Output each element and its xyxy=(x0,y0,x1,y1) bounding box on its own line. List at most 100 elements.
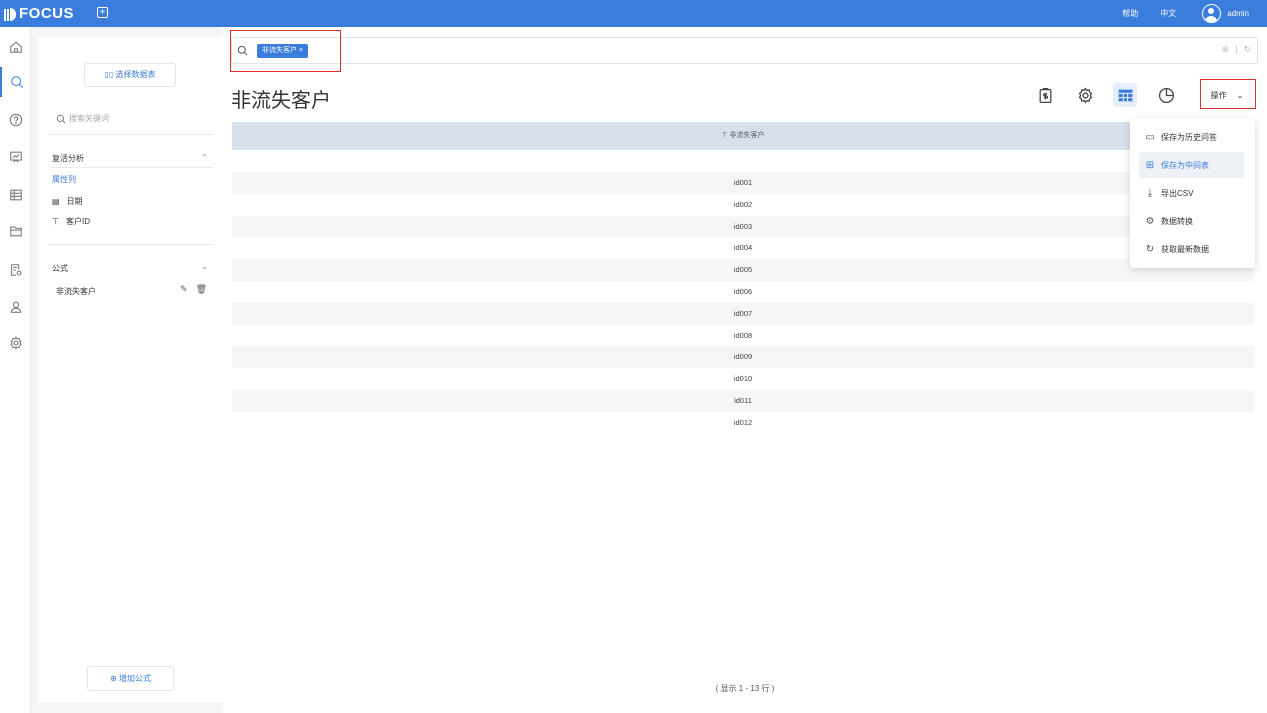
question-value-button[interactable] xyxy=(1033,83,1057,107)
menu-refresh-data[interactable]: ↻ 获取最新数据 xyxy=(1139,236,1244,262)
section-title-table[interactable]: 复活分析 xyxy=(52,153,84,164)
new-tab-plus-icon[interactable]: + xyxy=(97,7,108,18)
menu-save-history[interactable]: ▭ 保存为历史问答 xyxy=(1139,124,1244,150)
divider xyxy=(48,134,213,135)
field-label: 日期 xyxy=(66,197,83,206)
menu-label: 保存为历史问答 xyxy=(1161,132,1217,142)
field-date[interactable]: ▤ 日期 xyxy=(52,196,83,207)
user-name[interactable]: admin xyxy=(1227,9,1249,18)
text-type-icon: ⊤ xyxy=(52,217,59,226)
column-header: 非流失客户 xyxy=(729,132,765,139)
result-table: ⊤ 非流失客户 id001 id002 id003 id004 id005 id006 id… xyxy=(232,122,1254,434)
select-table-button[interactable]: ▯▯ 选择数据表 xyxy=(84,63,176,87)
table-row[interactable]: id001 xyxy=(232,172,1254,194)
clipboard-dollar-icon xyxy=(1039,87,1051,103)
grid-icon: ⊞ xyxy=(1145,159,1155,171)
nav-board[interactable] xyxy=(0,142,31,172)
pie-chart-icon xyxy=(1158,87,1174,103)
user-avatar-icon[interactable] xyxy=(1202,4,1222,23)
settings-button[interactable] xyxy=(1073,83,1097,107)
question-icon xyxy=(9,113,22,127)
gear-icon xyxy=(1078,87,1092,103)
chevron-up-icon[interactable]: ⌃ xyxy=(201,153,208,162)
table-row[interactable]: id008 xyxy=(232,325,1254,347)
nav-home[interactable] xyxy=(0,32,31,62)
search-placeholder: 搜索关键词 xyxy=(69,114,109,123)
nav-folder[interactable] xyxy=(0,216,31,246)
file-gear-icon xyxy=(10,264,22,276)
clear-icon[interactable]: ⊗ xyxy=(1222,44,1230,55)
formula-actions: ✎ 🗑 xyxy=(180,284,207,295)
logo[interactable]: FOCUS xyxy=(4,5,74,22)
table-spacer xyxy=(232,150,1254,172)
table-row[interactable]: id007 xyxy=(232,302,1254,325)
table-row[interactable]: id012 xyxy=(232,412,1254,434)
logo-text: FOCUS xyxy=(19,5,74,22)
page-title: 非流失客户 xyxy=(231,90,331,112)
field-customer-id[interactable]: ⊤ 客户ID xyxy=(52,216,90,227)
menu-label: 保存为中间表 xyxy=(1161,160,1209,170)
table-row[interactable]: id010 xyxy=(232,368,1254,390)
nav-user[interactable] xyxy=(0,292,31,322)
home-icon xyxy=(9,41,22,53)
top-bar: FOCUS + 帮助 中文 admin xyxy=(0,0,1267,27)
board-icon xyxy=(9,151,22,163)
calendar-icon: ▤ xyxy=(52,197,60,206)
divider xyxy=(48,244,213,245)
search-bar[interactable]: 非流失客户 × ⊗ | ↻ xyxy=(231,37,1258,64)
help-link[interactable]: 帮助 xyxy=(1122,8,1138,19)
table-row[interactable]: id009 xyxy=(232,346,1254,369)
keyword-search-input[interactable]: 搜索关键词 xyxy=(56,113,109,124)
table-icon xyxy=(1118,89,1132,101)
table-view-button[interactable] xyxy=(1113,83,1137,107)
main-area: 非流失客户 × ⊗ | ↻ 非流失客户 操作 ⌄ ⊤ 非流失客户 id001 id00… xyxy=(223,27,1267,713)
divider xyxy=(52,167,213,168)
save-icon: ▭ xyxy=(1145,131,1155,143)
refresh-icon[interactable]: ↻ xyxy=(1243,44,1251,55)
chevron-down-icon[interactable]: ⌄ xyxy=(201,262,208,271)
data-source-panel: ▯▯ 选择数据表 搜索关键词 复活分析 ⌃ 属性列 ▤ 日期 ⊤ 客户ID 公式… xyxy=(38,37,223,703)
menu-export-csv[interactable]: ⤓ 导出CSV xyxy=(1139,180,1244,206)
operations-menu: ▭ 保存为历史问答 ⊞ 保存为中间表 ⤓ 导出CSV ⚙ 数据转换 ↻ 获取最新数据 xyxy=(1130,118,1255,268)
user-icon xyxy=(10,301,21,313)
edit-icon[interactable]: ✎ xyxy=(180,284,188,295)
refresh-icon: ↻ xyxy=(1145,243,1155,255)
gear-icon xyxy=(9,336,22,350)
formula-item[interactable]: 非流失客户 xyxy=(56,286,96,297)
nav-help[interactable] xyxy=(0,105,31,135)
nav-tables[interactable] xyxy=(0,180,31,210)
table-row[interactable]: id002 xyxy=(232,194,1254,216)
table-body: id001 id002 id003 id004 id005 id006 id007 id008… xyxy=(232,172,1254,434)
focus-logo-icon xyxy=(4,7,16,21)
table-row[interactable]: id011 xyxy=(232,389,1254,412)
add-formula-button[interactable]: ⊕ 增加公式 xyxy=(87,666,174,691)
folder-icon xyxy=(9,226,22,237)
gear-icon: ⚙ xyxy=(1145,215,1155,227)
download-icon: ⤓ xyxy=(1147,187,1153,199)
table-row[interactable]: id006 xyxy=(232,281,1254,303)
select-table-label: 选择数据表 xyxy=(115,70,156,79)
menu-label: 数据转换 xyxy=(1161,216,1193,226)
add-formula-label: 增加公式 xyxy=(118,674,151,683)
menu-data-transform[interactable]: ⚙ 数据转换 xyxy=(1139,208,1244,234)
field-label: 客户ID xyxy=(65,217,90,226)
search-bar-actions: ⊗ | ↻ xyxy=(1222,44,1251,55)
highlight-box-search xyxy=(230,30,341,72)
language-switch[interactable]: 中文 xyxy=(1160,8,1176,19)
table-row[interactable]: id003 xyxy=(232,215,1254,238)
table-row[interactable]: id005 xyxy=(232,259,1254,281)
trash-icon[interactable]: 🗑 xyxy=(196,284,207,295)
nav-data-settings[interactable] xyxy=(0,255,31,285)
search-icon xyxy=(10,76,23,89)
nav-search[interactable] xyxy=(0,67,31,97)
chart-view-button[interactable] xyxy=(1154,83,1178,107)
section-title-formula[interactable]: 公式 xyxy=(52,263,68,274)
menu-save-intermediate-table[interactable]: ⊞ 保存为中间表 xyxy=(1139,152,1244,178)
search-icon xyxy=(56,114,66,123)
table-header[interactable]: ⊤ 非流失客户 xyxy=(232,122,1254,150)
row-count-footer: ( 显示 1 - 13 行 ) xyxy=(715,684,775,693)
table-row[interactable]: id004 xyxy=(232,237,1254,259)
top-right-menu: 帮助 中文 admin xyxy=(1100,4,1249,23)
attribute-columns-label: 属性列 xyxy=(52,175,76,184)
nav-settings[interactable] xyxy=(0,328,31,358)
